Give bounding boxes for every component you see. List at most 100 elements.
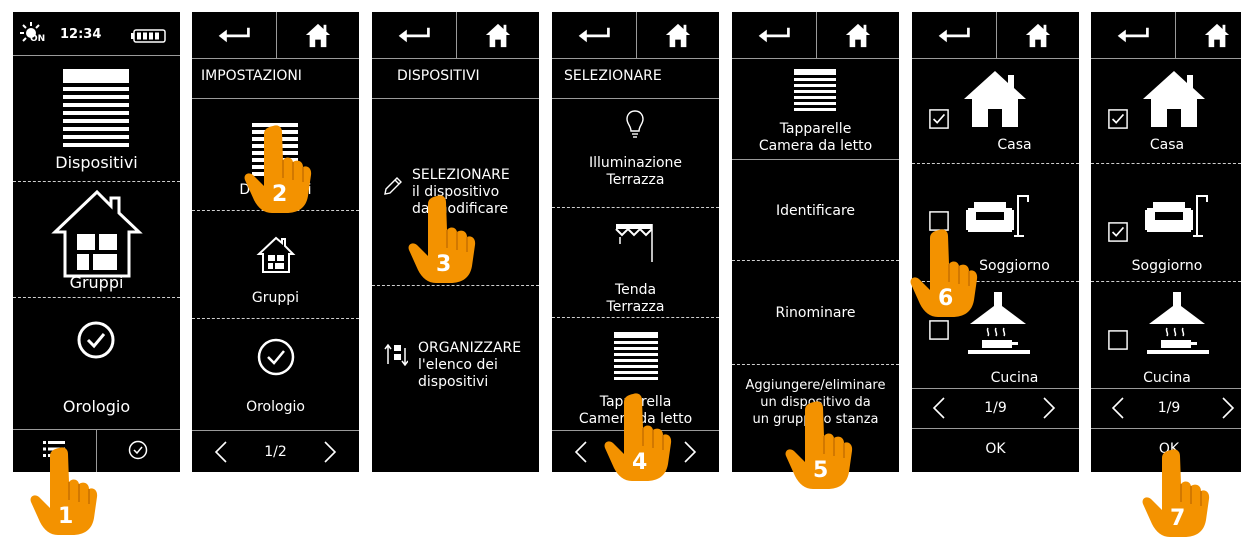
divider xyxy=(372,58,539,59)
select-title: SELEZIONARE xyxy=(412,167,510,183)
blinds-icon xyxy=(614,332,658,386)
home-button[interactable] xyxy=(277,12,359,58)
home-icon xyxy=(304,22,332,48)
checkmark-circle-icon xyxy=(256,337,296,381)
group-label: Casa xyxy=(1149,137,1185,153)
home-icon xyxy=(844,22,872,48)
organize-title: ORGANIZZARE xyxy=(418,340,522,356)
house-icon xyxy=(1141,69,1207,133)
divider xyxy=(552,58,719,59)
group-label: Cucina xyxy=(1143,370,1191,386)
step-number: 4 xyxy=(632,450,648,475)
checkbox-checked[interactable] xyxy=(929,109,949,129)
pencil-icon xyxy=(382,175,404,201)
home-icon xyxy=(1024,22,1052,48)
chevron-right-icon[interactable] xyxy=(1221,396,1235,424)
checkbox-checked[interactable] xyxy=(1108,109,1128,129)
back-button[interactable] xyxy=(192,12,276,58)
blinds-icon xyxy=(794,69,836,119)
back-arrow-icon xyxy=(576,26,612,44)
divider xyxy=(192,430,359,431)
sofa-lamp-icon xyxy=(1143,184,1213,244)
identify-option[interactable]: Identificare xyxy=(732,160,899,260)
back-button[interactable] xyxy=(732,12,816,58)
battery-icon xyxy=(131,28,167,47)
home-icon xyxy=(664,22,692,48)
device-name-line2: Terrazza xyxy=(606,299,665,315)
checkbox-unchecked[interactable] xyxy=(1108,330,1128,350)
identify-label: Identificare xyxy=(775,203,856,219)
checkbox-unchecked[interactable] xyxy=(929,320,949,340)
light-bulb-icon xyxy=(625,109,645,145)
divider xyxy=(912,388,1079,389)
group-row[interactable]: Cucina xyxy=(1091,282,1241,388)
screen-settings: IMPOSTAZIONI Dispositivi Gruppi Orologio… xyxy=(192,12,359,472)
groups-label: Gruppi xyxy=(69,273,124,292)
step-number: 7 xyxy=(1170,506,1186,531)
chevron-right-icon[interactable] xyxy=(323,440,337,468)
back-arrow-icon xyxy=(396,26,432,44)
group-label: Cucina xyxy=(990,370,1039,386)
group-row[interactable]: Casa xyxy=(1091,59,1241,163)
step-number: 6 xyxy=(938,286,954,311)
device-name-line2: Terrazza xyxy=(606,172,665,188)
back-arrow-icon xyxy=(216,26,252,44)
device-item[interactable]: Illuminazione Terrazza xyxy=(552,99,719,207)
checkbox-checked[interactable] xyxy=(1108,222,1128,242)
devices-label: Dispositivi xyxy=(55,153,138,172)
device-name-line1: Tenda xyxy=(614,282,657,298)
menu-item-groups[interactable]: Gruppi xyxy=(13,182,180,297)
ok-button[interactable]: OK xyxy=(912,429,1079,472)
chevron-left-icon[interactable] xyxy=(1111,396,1125,424)
ok-label: OK xyxy=(985,441,1006,457)
group-row[interactable]: Casa xyxy=(912,59,1079,163)
step-number: 5 xyxy=(813,458,829,483)
home-button[interactable] xyxy=(817,12,899,58)
organize-desc-line2: l'elenco dei xyxy=(418,357,498,373)
clock-check-icon[interactable] xyxy=(128,440,148,464)
menu-item-devices[interactable]: Dispositivi xyxy=(13,56,180,181)
back-arrow-icon xyxy=(1115,26,1151,44)
screen-group-assign-confirmed: Casa Soggiorno Cucina 1/9 OK xyxy=(1091,12,1241,472)
home-button[interactable] xyxy=(997,12,1079,58)
on-indicator: ON xyxy=(30,34,46,44)
screen-home: ON 12:34 Dispositivi Gruppi Orologio xyxy=(13,12,180,472)
back-button[interactable] xyxy=(372,12,456,58)
step-number: 1 xyxy=(58,504,74,529)
group-label: Soggiorno xyxy=(1131,258,1203,274)
page-title: DISPOSITIVI xyxy=(397,68,480,84)
back-button[interactable] xyxy=(1091,12,1175,58)
home-icon xyxy=(1203,22,1231,48)
back-button[interactable] xyxy=(912,12,996,58)
settings-item-clock[interactable]: Orologio xyxy=(192,319,359,429)
selected-device: Tapparelle Camera da letto xyxy=(732,59,899,159)
groups-label: Gruppi xyxy=(251,290,300,306)
home-button[interactable] xyxy=(1176,12,1241,58)
house-group-icon xyxy=(51,188,143,284)
device-item[interactable]: Tenda Terrazza xyxy=(552,208,719,316)
device-name-line1: Illuminazione xyxy=(588,155,683,171)
sort-order-icon xyxy=(384,342,409,370)
option-organize-list[interactable]: ORGANIZZARE l'elenco dei dispositivi xyxy=(372,286,539,472)
chevron-right-icon[interactable] xyxy=(683,440,697,468)
organize-desc-line3: dispositivi xyxy=(418,374,489,390)
page-title: IMPOSTAZIONI xyxy=(201,68,302,84)
house-icon xyxy=(962,69,1028,133)
device-name-line1: Tapparelle xyxy=(779,121,852,137)
clock-label: Orologio xyxy=(246,399,305,415)
group-row[interactable]: Soggiorno xyxy=(1091,164,1241,281)
back-arrow-icon xyxy=(936,26,972,44)
clock-time: 12:34 xyxy=(60,27,102,42)
step-1-hand-icon: 1 xyxy=(28,444,100,536)
chevron-right-icon[interactable] xyxy=(1042,396,1056,424)
home-button[interactable] xyxy=(637,12,719,58)
rename-option[interactable]: Rinominare xyxy=(732,261,899,361)
menu-item-clock[interactable]: Orologio xyxy=(13,298,180,428)
step-4-hand-icon: 4 xyxy=(602,390,674,482)
back-button[interactable] xyxy=(552,12,636,58)
page-title: SELEZIONARE xyxy=(564,68,662,84)
settings-item-groups[interactable]: Gruppi xyxy=(192,211,359,318)
step-7-hand-icon: 7 xyxy=(1140,446,1212,538)
checkmark-circle-icon xyxy=(76,320,116,364)
home-button[interactable] xyxy=(457,12,539,58)
